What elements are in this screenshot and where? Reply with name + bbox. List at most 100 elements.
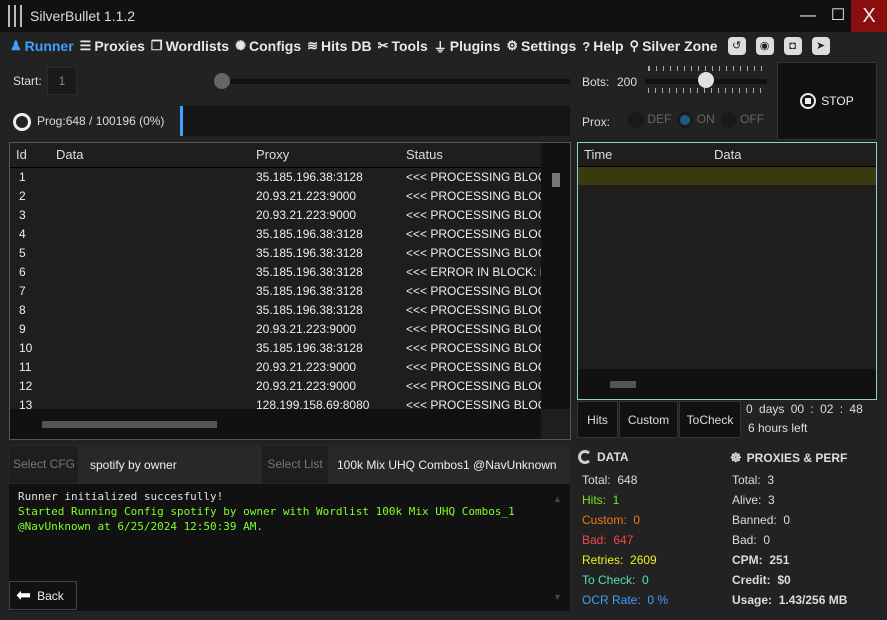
- cell-data: [50, 338, 250, 357]
- cell-data: [50, 376, 250, 395]
- nav-help[interactable]: ? Help: [582, 38, 623, 54]
- perf-banned: Banned: 0: [732, 513, 791, 527]
- telegram-icon[interactable]: ➤: [811, 37, 830, 55]
- table-row[interactable]: 9 20.93.21.223:9000 <<< PROCESSING BLOCK: [10, 319, 550, 338]
- cell-id: 4: [19, 226, 26, 241]
- nav-wordlists[interactable]: ❐ Wordlists: [151, 38, 229, 54]
- cell-status: <<< PROCESSING BLOCK: [406, 226, 550, 241]
- data-section-title: DATA: [578, 450, 629, 464]
- column-data[interactable]: Data: [50, 143, 250, 168]
- table-row[interactable]: 7 35.185.196.38:3128 <<< PROCESSING BLOCK: [10, 281, 550, 300]
- stop-button[interactable]: STOP: [777, 62, 877, 140]
- tab-tocheck[interactable]: ToCheck: [679, 401, 741, 438]
- cell-data: [50, 300, 250, 319]
- nav-runner[interactable]: ♟ Runner: [10, 38, 74, 54]
- perf-usage: Usage: 1.43/256 MB: [732, 593, 848, 607]
- stop-icon: [800, 93, 817, 109]
- perf-bad: Bad: 0: [732, 533, 771, 547]
- stat-total: Total: 648: [582, 473, 638, 487]
- cell-id: 10: [19, 340, 33, 355]
- discord-icon[interactable]: ◘: [783, 37, 802, 55]
- nav-plugins[interactable]: ⏚ Plugins: [434, 37, 501, 56]
- cell-proxy: 35.185.196.38:3128: [256, 245, 363, 260]
- log-scroll-up[interactable]: ▲: [553, 494, 562, 504]
- nav-hits-db[interactable]: ≋ Hits DB: [307, 38, 371, 54]
- cell-proxy: 20.93.21.223:9000: [256, 321, 357, 336]
- history-icon[interactable]: ↺: [727, 37, 746, 55]
- location-icon: ⚲: [629, 38, 640, 53]
- cell-id: 3: [19, 207, 26, 222]
- back-button[interactable]: ⬅ Back: [9, 581, 77, 610]
- table-row[interactable]: 11 20.93.21.223:9000 <<< PROCESSING BLOCK: [10, 357, 550, 376]
- cell-data: [50, 243, 250, 262]
- nav-silver-zone[interactable]: ⚲ Silver Zone: [630, 38, 718, 54]
- start-slider[interactable]: [215, 79, 570, 84]
- cell-status: <<< PROCESSING BLOCK: [406, 283, 550, 298]
- nav-settings[interactable]: ⚙ Settings: [506, 38, 576, 54]
- cell-id: 6: [19, 264, 26, 279]
- table-row[interactable]: 2 20.93.21.223:9000 <<< PROCESSING BLOCK: [10, 186, 550, 205]
- column-data: Data: [714, 147, 742, 162]
- column-id[interactable]: Id: [10, 143, 50, 168]
- hits-grid: Time Data: [577, 142, 877, 400]
- scroll-thumb[interactable]: [42, 421, 217, 428]
- grid-horizontal-scrollbar[interactable]: [10, 409, 541, 439]
- nav-tools[interactable]: ✂ Tools: [378, 38, 428, 54]
- scroll-thumb[interactable]: [552, 173, 560, 187]
- progress-ring-icon: [13, 113, 31, 131]
- nav-proxies[interactable]: ☰ Proxies: [80, 38, 145, 54]
- cell-proxy: 20.93.21.223:9000: [256, 359, 357, 374]
- log-scroll-down[interactable]: ▼: [553, 592, 562, 602]
- cell-status: <<< PROCESSING BLOCK: [406, 359, 550, 374]
- minimize-button[interactable]: —: [793, 0, 823, 32]
- cell-data: [50, 319, 250, 338]
- table-row[interactable]: 10 35.185.196.38:3128 <<< PROCESSING BLOCK: [10, 338, 550, 357]
- tab-custom[interactable]: Custom: [619, 401, 678, 438]
- cell-proxy: 20.93.21.223:9000: [256, 188, 357, 203]
- grid-vertical-scrollbar[interactable]: [541, 143, 570, 409]
- start-slider-knob[interactable]: [214, 73, 230, 89]
- cell-proxy: 35.185.196.38:3128: [256, 283, 363, 298]
- window-title: SilverBullet 1.1.2: [30, 8, 136, 24]
- proxy-mode-on[interactable]: ON: [677, 112, 715, 128]
- table-row[interactable]: 12 20.93.21.223:9000 <<< PROCESSING BLOCK: [10, 376, 550, 395]
- table-row[interactable]: 6 35.185.196.38:3128 <<< ERROR IN BLOCK: R: [10, 262, 550, 281]
- table-row[interactable]: 4 35.185.196.38:3128 <<< PROCESSING BLOCK: [10, 224, 550, 243]
- table-row[interactable]: 8 35.185.196.38:3128 <<< PROCESSING BLOCK: [10, 300, 550, 319]
- table-row[interactable]: 1 35.185.196.38:3128 <<< PROCESSING BLOCK: [10, 167, 550, 186]
- gear-wheel-icon: ✺: [235, 38, 246, 53]
- proxy-mode-off[interactable]: OFF: [720, 112, 764, 128]
- start-input[interactable]: 1: [47, 67, 77, 95]
- proxy-mode-def[interactable]: DEF: [628, 112, 671, 128]
- perf-total: Total: 3: [732, 473, 775, 487]
- hit-row[interactable]: [578, 167, 876, 185]
- table-row[interactable]: 5 35.185.196.38:3128 <<< PROCESSING BLOCK: [10, 243, 550, 262]
- column-status[interactable]: Status: [400, 143, 550, 168]
- bots-slider-knob[interactable]: [698, 72, 714, 88]
- title-bar: SilverBullet 1.1.2 — ☐ X: [0, 0, 887, 32]
- perf-stats: Total: 3 Alive: 3 Banned: 0 Bad: 0 CPM: 251 C…: [732, 470, 847, 610]
- arrow-left-icon: ⬅: [16, 585, 32, 605]
- maximize-button[interactable]: ☐: [823, 0, 853, 32]
- select-cfg-button[interactable]: Select CFG: [10, 446, 78, 483]
- table-row[interactable]: 3 20.93.21.223:9000 <<< PROCESSING BLOCK: [10, 205, 550, 224]
- cell-id: 1: [19, 169, 26, 184]
- prox-label: Prox:: [582, 115, 611, 129]
- stat-ocrrate: OCR Rate: 0 %: [582, 593, 669, 607]
- cell-status: <<< PROCESSING BLOCK: [406, 207, 550, 222]
- cell-id: 5: [19, 245, 26, 260]
- close-button[interactable]: X: [851, 0, 887, 32]
- column-proxy[interactable]: Proxy: [250, 143, 400, 168]
- cell-id: 7: [19, 283, 26, 298]
- cell-data: [50, 186, 250, 205]
- camera-icon[interactable]: ◉: [755, 37, 774, 55]
- cell-status: <<< ERROR IN BLOCK: R: [406, 264, 549, 279]
- nav-configs[interactable]: ✺ Configs: [235, 38, 301, 54]
- bots-ticks: [648, 66, 766, 71]
- log-output: Runner initialized succesfully! Started R…: [9, 484, 570, 611]
- elapsed-time: 0 days 00 : 02 : 48: [746, 402, 863, 416]
- select-list-button[interactable]: Select List: [262, 446, 328, 483]
- time-left: 6 hours left: [748, 421, 808, 435]
- hits-horizontal-scrollbar[interactable]: [578, 369, 876, 399]
- tab-hits[interactable]: Hits: [577, 401, 618, 438]
